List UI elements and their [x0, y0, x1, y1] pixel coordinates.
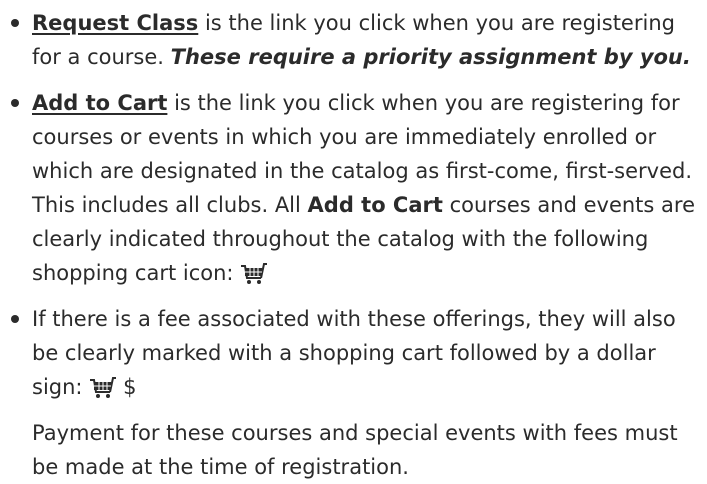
bullet-list: Request Class is the link you click when…	[6, 6, 697, 404]
priority-note: These require a priority assignment by y…	[170, 45, 691, 69]
list-item-add-to-cart: Add to Cart is the link you click when y…	[6, 86, 697, 290]
add-to-cart-bold-reference: Add to Cart	[307, 193, 443, 217]
payment-note-paragraph: Payment for these courses and special ev…	[32, 421, 678, 479]
add-to-cart-link[interactable]: Add to Cart	[32, 91, 167, 115]
shopping-cart-icon	[90, 377, 117, 398]
list-item-request-class: Request Class is the link you click when…	[6, 6, 697, 74]
document-page: Request Class is the link you click when…	[0, 0, 707, 479]
shopping-cart-icon	[241, 263, 268, 284]
dollar-sign: $	[123, 375, 137, 399]
request-class-link[interactable]: Request Class	[32, 11, 198, 35]
list-item-fee: If there is a fee associated with these …	[6, 302, 697, 404]
